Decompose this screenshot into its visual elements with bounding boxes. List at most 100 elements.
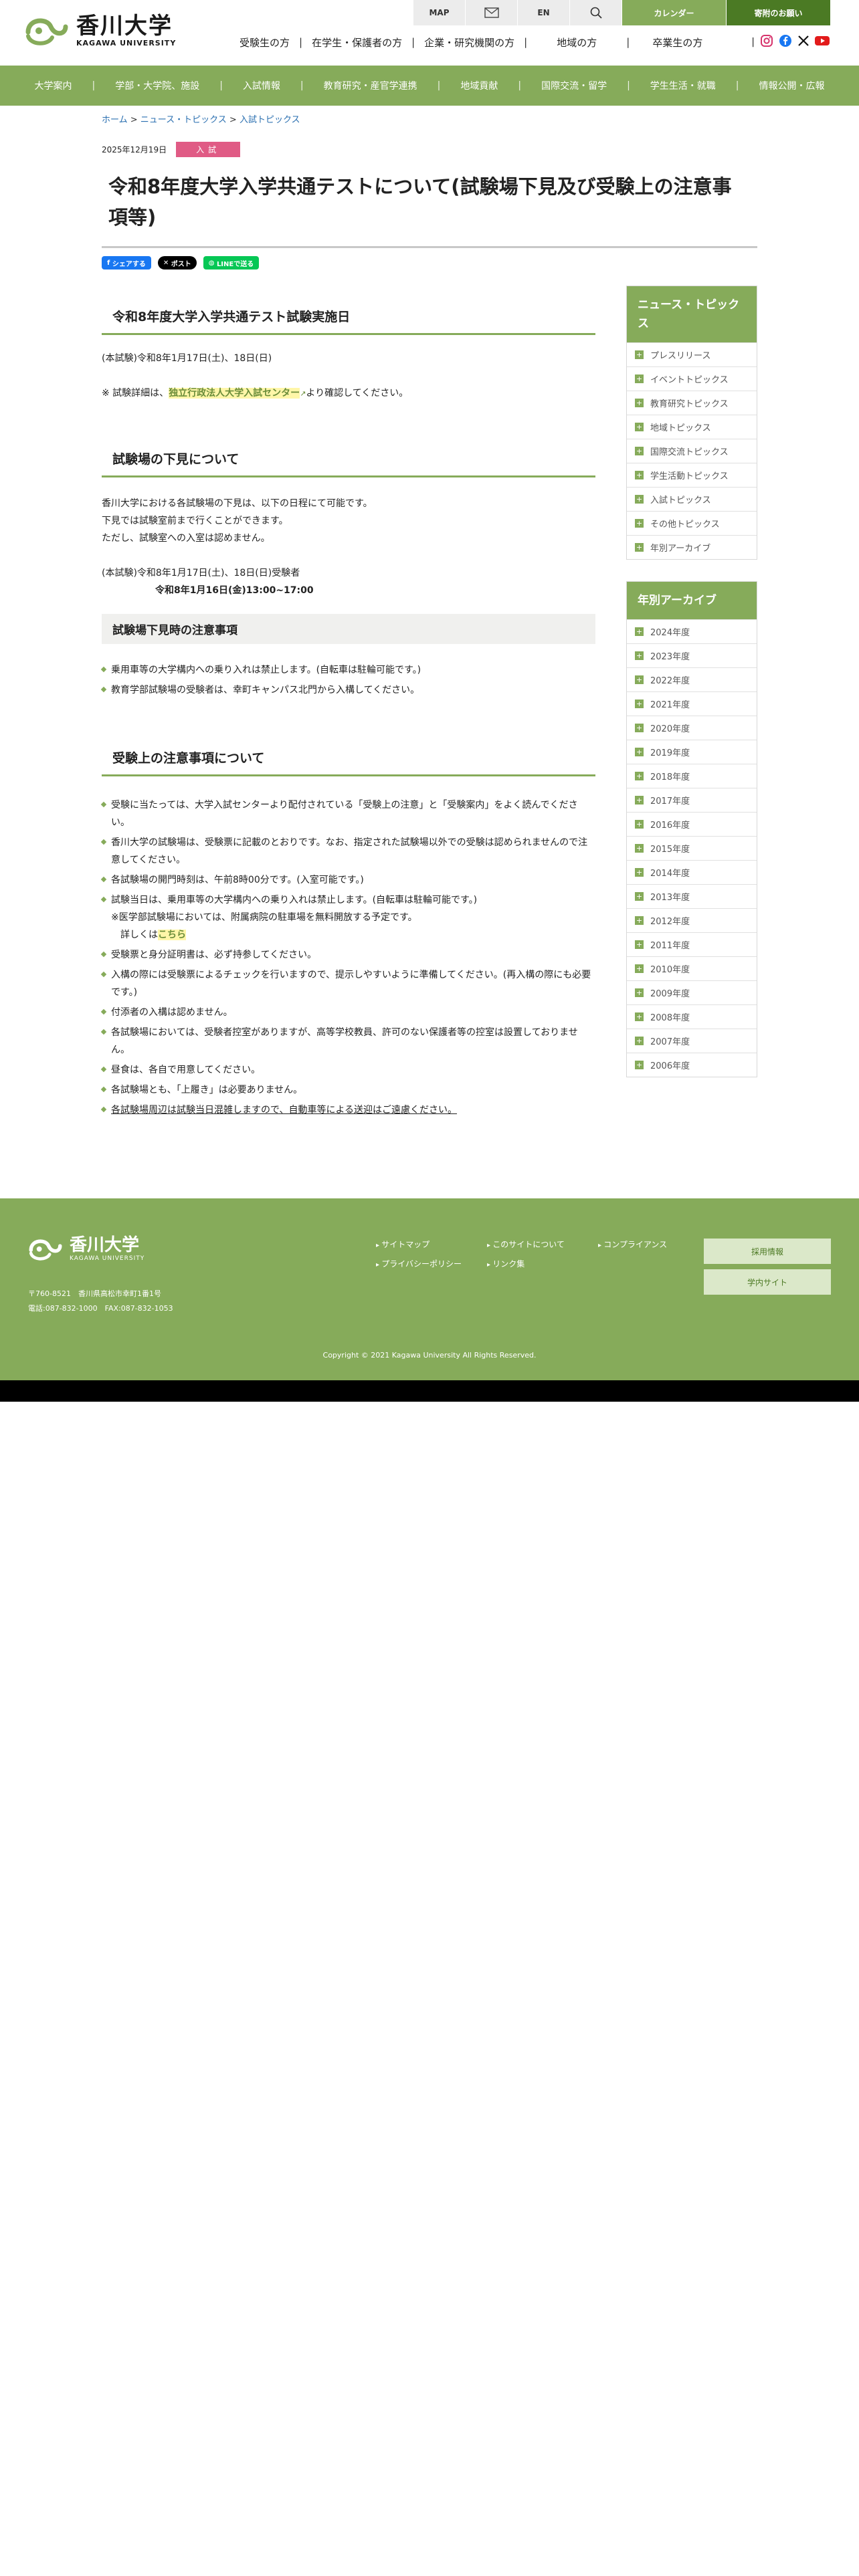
mail-button[interactable] [466,0,518,25]
sidebar-archive-item[interactable]: +2010年度 [627,956,757,980]
plus-icon: + [635,519,644,528]
map-button[interactable]: MAP [413,0,466,25]
footer-link-sitemap[interactable]: サイトマップ [376,1239,487,1250]
sidebar-archive-item[interactable]: +2018年度 [627,764,757,788]
line-share-button[interactable]: ◍ LINEで送る [203,256,260,270]
sidebar-news-item[interactable]: + イベントトピックス [627,366,757,391]
instagram-link[interactable] [760,34,773,50]
plus-icon: + [635,916,644,925]
list-item: 香川大学の試験場は、受験票に記載のとおりです。なお、指定された試験場以外での受験… [102,834,595,869]
footer-logo[interactable]: 香川大学 KAGAWA UNIVERSITY [27,1235,145,1263]
list-item: 付添者の入構は認めません。 [102,1004,595,1021]
sidebar-archive-item[interactable]: +2012年度 [627,908,757,932]
sidebar-news-item[interactable]: + 入試トピックス [627,487,757,511]
calendar-button[interactable]: カレンダー [622,0,727,25]
sidebar-archive-item[interactable]: +2009年度 [627,980,757,1004]
sidebar-archive-item[interactable]: +2008年度 [627,1004,757,1029]
gnav-international[interactable]: 国際交流・留学 [521,79,627,92]
breadcrumb-news[interactable]: ニュース・トピックス [140,115,227,125]
sidebar-archive-item[interactable]: +2019年度 [627,740,757,764]
gnav-faculties[interactable]: 学部・大学院、施設 [95,79,219,92]
section-heading-preview: 試験場の下見について [102,443,595,477]
mail-icon [484,7,499,18]
plus-icon: + [635,892,644,901]
search-button[interactable] [570,0,622,25]
footer-link-compliance[interactable]: コンプライアンス [598,1239,712,1250]
divider: | [219,80,223,91]
recruit-button[interactable]: 採用情報 [704,1239,831,1264]
sidebar-archive-item[interactable]: +2006年度 [627,1053,757,1077]
gnav-community[interactable]: 地域貢献 [440,79,518,92]
plus-icon: + [635,495,644,504]
facebook-link[interactable] [779,34,792,50]
sidebar-news-item-label: 入試トピックス [650,496,711,506]
sidebar-archive-item-label: 2013年度 [650,893,690,903]
youtube-icon [815,36,830,45]
gnav-public-info[interactable]: 情報公開・広報 [739,79,845,92]
preview-schedule: (本試験)令和8年1月17日(土)、18日(日)受験者 令和8年1月16日(金)… [102,564,595,599]
sidebar-news-item[interactable]: + その他トピックス [627,511,757,535]
post-label: ポスト [171,260,191,268]
facebook-icon: f [107,259,112,267]
list-item: 受験に当たっては、大学入試センターより配付されている「受験上の注意」と「受験案内… [102,796,595,831]
sidebar-archive-item[interactable]: +2020年度 [627,716,757,740]
gnav-about[interactable]: 大学案内 [14,79,92,92]
gnav-admissions[interactable]: 入試情報 [223,79,300,92]
footer-link-privacy[interactable]: プライバシーポリシー [376,1258,487,1269]
breadcrumb-home[interactable]: ホーム [102,115,128,125]
sidebar-news-item[interactable]: + 国際交流トピックス [627,439,757,463]
sidebar-archive-item[interactable]: +2017年度 [627,788,757,812]
logo-title: 香川大学 [76,12,173,39]
sidebar-news-item-label: プレスリリース [650,351,711,361]
news-category-box: ニュース・トピックス + プレスリリース + イベントトピックス + 教育研究トピックス +… [626,286,757,560]
sidebar-archive-item-label: 2010年度 [650,965,690,975]
sidebar-news-item[interactable]: + 教育研究トピックス [627,391,757,415]
audience-link-companies[interactable]: 企業・研究機関の方 [415,35,524,49]
campus-site-button[interactable]: 学内サイト [704,1269,831,1295]
sidebar-archive-item[interactable]: +2014年度 [627,860,757,884]
x-post-button[interactable]: ✕ ポスト [157,256,197,270]
audience-link-alumni[interactable]: 卒業生の方 [630,35,725,49]
sidebar-archive-item[interactable]: +2023年度 [627,643,757,667]
sidebar-archive-item[interactable]: +2013年度 [627,884,757,908]
sidebar-news-item[interactable]: + 年別アーカイブ [627,535,757,559]
sidebar-news-item[interactable]: + プレスリリース [627,342,757,366]
x-link[interactable] [797,35,809,49]
sidebar-archive-item[interactable]: +2011年度 [627,932,757,956]
sidebar-archive-item-label: 2023年度 [650,652,690,662]
sidebar-archive-item[interactable]: +2016年度 [627,812,757,836]
x-icon: ✕ [163,259,171,267]
search-icon [590,7,602,19]
sidebar-archive-item[interactable]: +2015年度 [627,836,757,860]
university-logo-icon [25,18,68,45]
facebook-share-button[interactable]: f シェアする [102,256,151,270]
dnc-link[interactable]: 独立行政法人大学入試センター [169,388,300,399]
breadcrumb-current[interactable]: 入試トピックス [240,115,300,125]
audience-link-students[interactable]: 在学生・保護者の方 [302,35,411,49]
donation-button[interactable]: 寄附のお願い [727,0,831,25]
sidebar-archive-item[interactable]: +2024年度 [627,619,757,643]
sidebar-archive-item[interactable]: +2022年度 [627,667,757,691]
audience-link-applicants[interactable]: 受験生の方 [230,35,299,49]
sidebar-archive-item-label: 2011年度 [650,941,690,951]
sidebar-news-item[interactable]: + 地域トピックス [627,415,757,439]
sidebar-news-item-label: イベントトピックス [650,375,729,385]
parking-subnote: ※医学部試験場においては、附属病院の駐車場を無料開放する予定です。 [111,912,417,923]
parking-detail-link[interactable]: こちら [158,930,186,940]
sidebar-archive-item[interactable]: +2021年度 [627,691,757,716]
preview-line: ただし、試験室への入室は認めません。 [102,533,270,544]
sidebar-news-item[interactable]: + 学生活動トピックス [627,463,757,487]
youtube-link[interactable] [815,35,830,49]
footer-link-links[interactable]: リンク集 [487,1258,598,1269]
sidebar-archive-item[interactable]: +2007年度 [627,1029,757,1053]
divider: | [518,80,522,91]
site-logo[interactable]: 香川大学 KAGAWA UNIVERSITY [24,12,176,48]
gnav-student-life[interactable]: 学生生活・就職 [630,79,736,92]
category-badge: 入試 [176,141,241,157]
gnav-research[interactable]: 教育研究・産官学連携 [304,79,438,92]
english-button[interactable]: EN [518,0,570,25]
archive-box: 年別アーカイブ +2024年度 +2023年度 +2022年度 +2021年度 +202… [626,581,757,1077]
footer-link-about-site[interactable]: このサイトについて [487,1239,598,1250]
divider: | [735,80,739,91]
audience-link-community[interactable]: 地域の方 [527,35,626,49]
